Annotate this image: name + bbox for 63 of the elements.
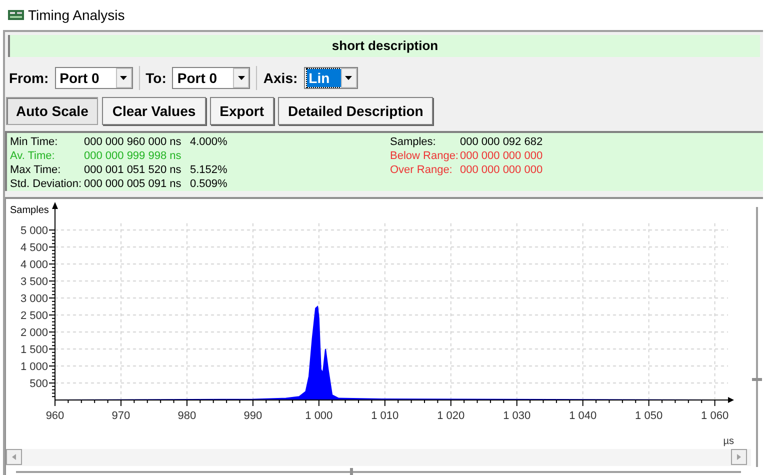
stat-value: 000 000 000 000 (460, 163, 543, 177)
stat-value: 000 000 999 998 ns (84, 149, 182, 163)
stat-label: Std. Deviation: (10, 177, 83, 191)
y-tick-label: 3 500 (20, 276, 48, 288)
selector-label: From: (9, 68, 49, 88)
stat-label: Max Time: (10, 163, 62, 177)
x-tick-label: 1 050 (635, 410, 663, 422)
dropdown[interactable]: Lin (304, 67, 358, 89)
stat-value: 000 000 005 091 ns (84, 177, 182, 191)
y-tick-label: 2 500 (20, 310, 48, 322)
y-tick-label: 4 000 (20, 259, 48, 271)
x-tick-label: 960 (46, 410, 64, 422)
selector-label: Axis: (263, 68, 298, 88)
selector-label: To: (146, 68, 166, 88)
x-tick-label: 1 000 (305, 410, 333, 422)
stat-value: 000 000 000 000 (460, 149, 543, 163)
x-tick-label: 990 (244, 410, 262, 422)
stat-percent: 0.509% (190, 177, 228, 191)
caret-icon (340, 68, 357, 88)
toolbar-button[interactable]: Auto Scale (6, 97, 98, 125)
y-axis-label: Samples (10, 205, 49, 216)
y-tick-label: 1 000 (20, 361, 48, 373)
x-tick-label: 1 030 (503, 410, 531, 422)
x-tick-label: 970 (112, 410, 130, 422)
toolbar-button[interactable]: Export (210, 97, 274, 125)
zoom-slider[interactable] (752, 207, 762, 467)
window-title: Timing Analysis (28, 6, 125, 25)
dropdown[interactable]: Port 0 (172, 67, 250, 89)
stat-label: Samples: (390, 135, 437, 149)
caret-icon (233, 68, 250, 88)
x-tick-label: 1 060 (701, 410, 729, 422)
scroll-right-icon[interactable] (731, 449, 747, 466)
scrollbar[interactable] (6, 449, 751, 466)
stat-percent: 5.152% (190, 163, 228, 177)
toolbar-button[interactable]: Clear Values (102, 97, 206, 125)
y-tick-label: 500 (30, 378, 48, 390)
caret-icon (116, 68, 132, 88)
y-tick-label: 4 500 (20, 242, 48, 254)
app-icon (8, 9, 24, 21)
scroll-left-icon[interactable] (6, 449, 22, 466)
slider-thumb[interactable] (752, 378, 762, 382)
stat-value: 000 000 960 000 ns (84, 135, 182, 149)
y-tick-label: 2 000 (20, 327, 48, 339)
slider-thumb[interactable] (350, 468, 352, 475)
stat-label: Below Range: (390, 149, 460, 163)
stat-value: 000 001 051 520 ns (84, 163, 182, 177)
stat-value: 000 000 092 682 (460, 135, 543, 149)
toolbar-button[interactable]: Detailed Description (278, 97, 434, 125)
description-bar: short description (8, 35, 760, 57)
dropdown[interactable]: Port 0 (54, 67, 133, 89)
stat-label: Av. Time: (10, 149, 56, 163)
x-tick-label: 1 010 (371, 410, 399, 422)
stat-percent: 4.000% (190, 135, 228, 149)
y-tick-label: 5 000 (20, 225, 48, 237)
x-tick-label: 980 (178, 410, 196, 422)
stat-label: Over Range: (390, 163, 454, 177)
x-tick-label: 1 040 (569, 410, 597, 422)
stat-label: Min Time: (10, 135, 59, 149)
x-axis-label: µs (723, 436, 734, 447)
y-tick-label: 3 000 (20, 293, 48, 305)
y-tick-label: 1 500 (20, 344, 48, 356)
x-tick-label: 1 020 (437, 410, 465, 422)
position-slider[interactable] (16, 468, 741, 475)
